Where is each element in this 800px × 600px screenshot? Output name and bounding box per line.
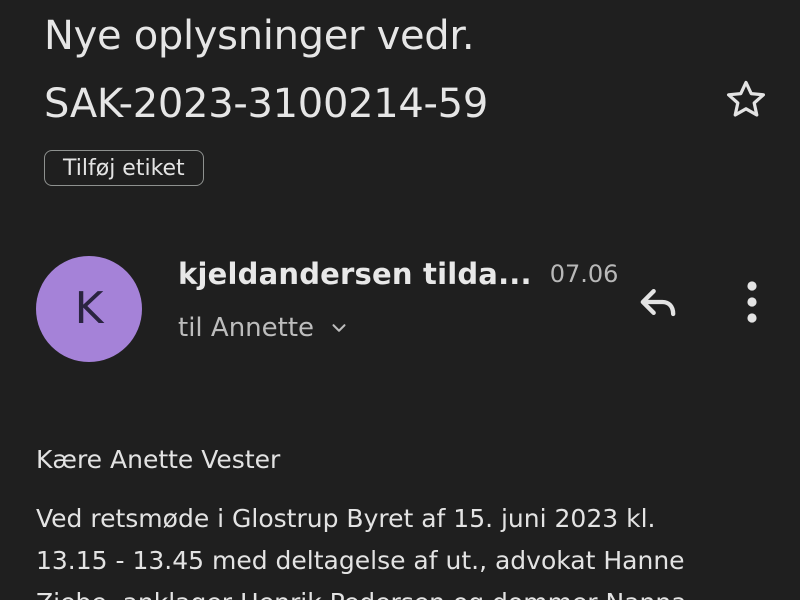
reply-icon[interactable] xyxy=(632,276,684,328)
star-icon[interactable] xyxy=(722,76,770,124)
add-label-button[interactable]: Tilføj etiket xyxy=(44,150,204,186)
recipient-details-toggle[interactable]: til Annette xyxy=(178,308,350,348)
greeting: Kære Anette Vester xyxy=(36,445,281,474)
recipient-label: til Annette xyxy=(178,313,315,343)
body-paragraph: Ved retsmøde i Glostrup Byret af 15. jun… xyxy=(36,498,766,600)
more-options-icon[interactable] xyxy=(732,276,772,328)
body-line: 13.15 - 13.45 med deltagelse af ut., adv… xyxy=(36,546,685,575)
sender-name[interactable]: kjeldandersen tilda... xyxy=(178,257,532,291)
subject-line-1: Nye oplysninger vedr. xyxy=(44,13,475,59)
subject-line-2: SAK-2023-3100214-59 xyxy=(44,81,488,127)
sender-row: kjeldandersen tilda... 07.06 xyxy=(178,252,618,296)
email-body: Kære Anette Vester Ved retsmøde i Glostr… xyxy=(36,436,766,600)
sent-time: 07.06 xyxy=(549,260,619,288)
chevron-down-icon xyxy=(332,324,346,332)
body-line: Ved retsmøde i Glostrup Byret af 15. jun… xyxy=(36,504,656,533)
body-line: Ziebe, anklager Henrik Pedersen og domme… xyxy=(36,582,766,600)
email-subject: Nye oplysninger vedr. SAK-2023-3100214-5… xyxy=(44,2,684,138)
avatar[interactable]: K xyxy=(36,256,142,362)
